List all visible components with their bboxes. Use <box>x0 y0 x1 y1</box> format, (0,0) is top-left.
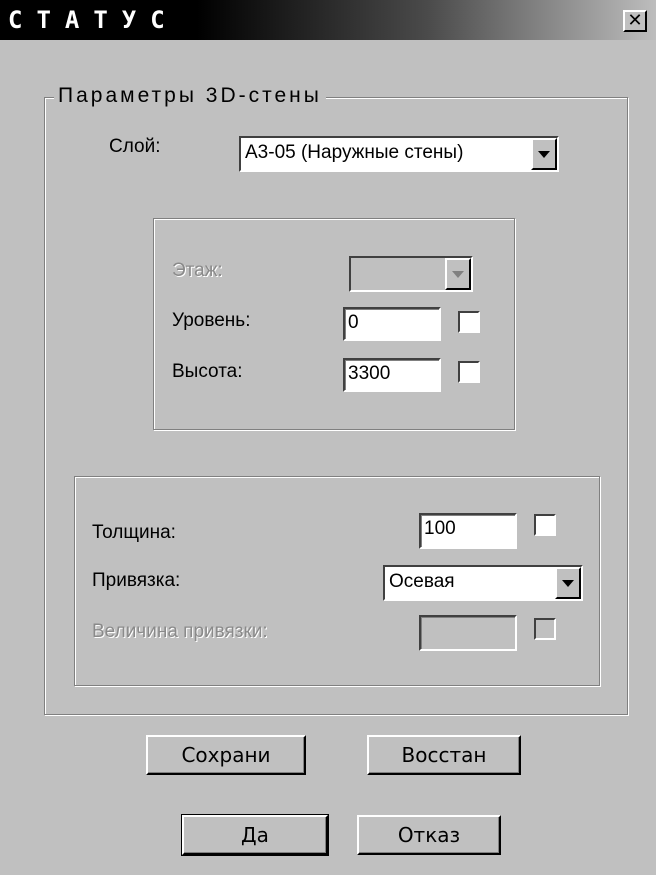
anchor-label: Привязка: <box>92 570 181 591</box>
chevron-down-icon[interactable] <box>531 138 557 170</box>
close-icon: ✕ <box>627 10 643 30</box>
title-bar[interactable]: СТАТУС ✕ <box>0 0 656 40</box>
chevron-down-icon[interactable] <box>445 258 471 290</box>
height-input[interactable]: 3300 <box>343 358 441 392</box>
anchor-size-label: Величина привязки: <box>92 621 268 642</box>
anchor-select[interactable]: Осевая <box>383 565 583 601</box>
window-title: СТАТУС <box>8 6 179 34</box>
level-input[interactable]: 0 <box>343 307 441 341</box>
anchor-size-input[interactable] <box>419 615 517 651</box>
height-label: Высота: <box>172 361 243 382</box>
status-dialog: СТАТУС ✕ Параметры 3D-стены Слой: A3-05 … <box>0 0 656 875</box>
wall-params-legend: Параметры 3D-стены <box>54 84 326 108</box>
layer-select[interactable]: A3-05 (Наружные стены) <box>239 136 559 172</box>
save-button[interactable]: Сохрани <box>146 735 306 775</box>
anchor-select-value: Осевая <box>389 571 455 592</box>
thickness-label: Толщина: <box>92 522 176 543</box>
level-checkbox[interactable] <box>458 311 480 333</box>
thickness-checkbox[interactable] <box>534 514 556 536</box>
floor-select[interactable] <box>349 256 473 292</box>
ok-button-label: Да <box>241 823 269 847</box>
cancel-button-label: Отказ <box>397 823 461 847</box>
restore-button[interactable]: Восстан <box>367 735 521 775</box>
save-button-label: Сохрани <box>181 743 271 767</box>
anchor-size-checkbox[interactable] <box>534 618 556 640</box>
thickness-input[interactable]: 100 <box>419 513 517 549</box>
chevron-down-icon[interactable] <box>555 567 581 599</box>
layer-select-value: A3-05 (Наружные стены) <box>245 142 464 163</box>
level-label: Уровень: <box>172 310 251 331</box>
height-checkbox[interactable] <box>458 361 480 383</box>
cancel-button[interactable]: Отказ <box>357 815 501 855</box>
restore-button-label: Восстан <box>401 743 487 767</box>
layer-label: Слой: <box>109 136 161 157</box>
close-button[interactable]: ✕ <box>623 10 647 32</box>
ok-button[interactable]: Да <box>181 814 329 856</box>
floor-label: Этаж: <box>172 260 223 281</box>
